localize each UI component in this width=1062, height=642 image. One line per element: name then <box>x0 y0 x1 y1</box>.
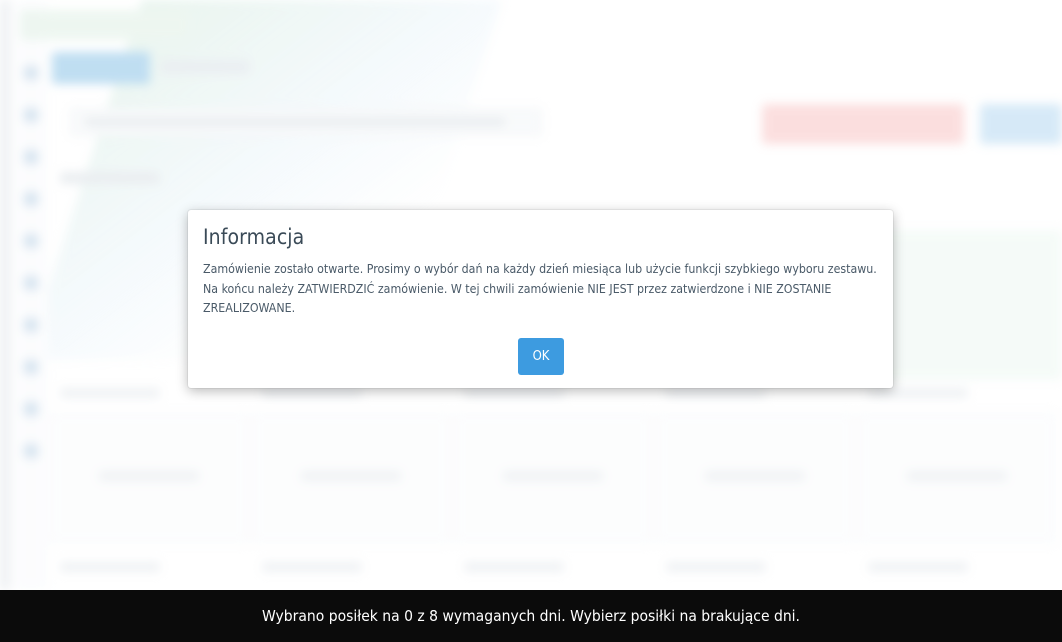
ok-button[interactable]: OK <box>518 338 564 375</box>
dialog-title: Informacja <box>203 225 305 249</box>
dialog-message-line: Zamówienie zostało otwarte. Prosimy o wy… <box>203 262 877 276</box>
status-bar: Wybrano posiłek na 0 z 8 wymaganych dni.… <box>0 590 1062 642</box>
dialog-message: Zamówienie zostało otwarte. Prosimy o wy… <box>203 260 893 319</box>
info-dialog: Informacja Zamówienie zostało otwarte. P… <box>188 210 893 388</box>
dialog-message-line: Na końcu należy ZATWIERDZIĆ zamówienie. … <box>203 281 832 316</box>
